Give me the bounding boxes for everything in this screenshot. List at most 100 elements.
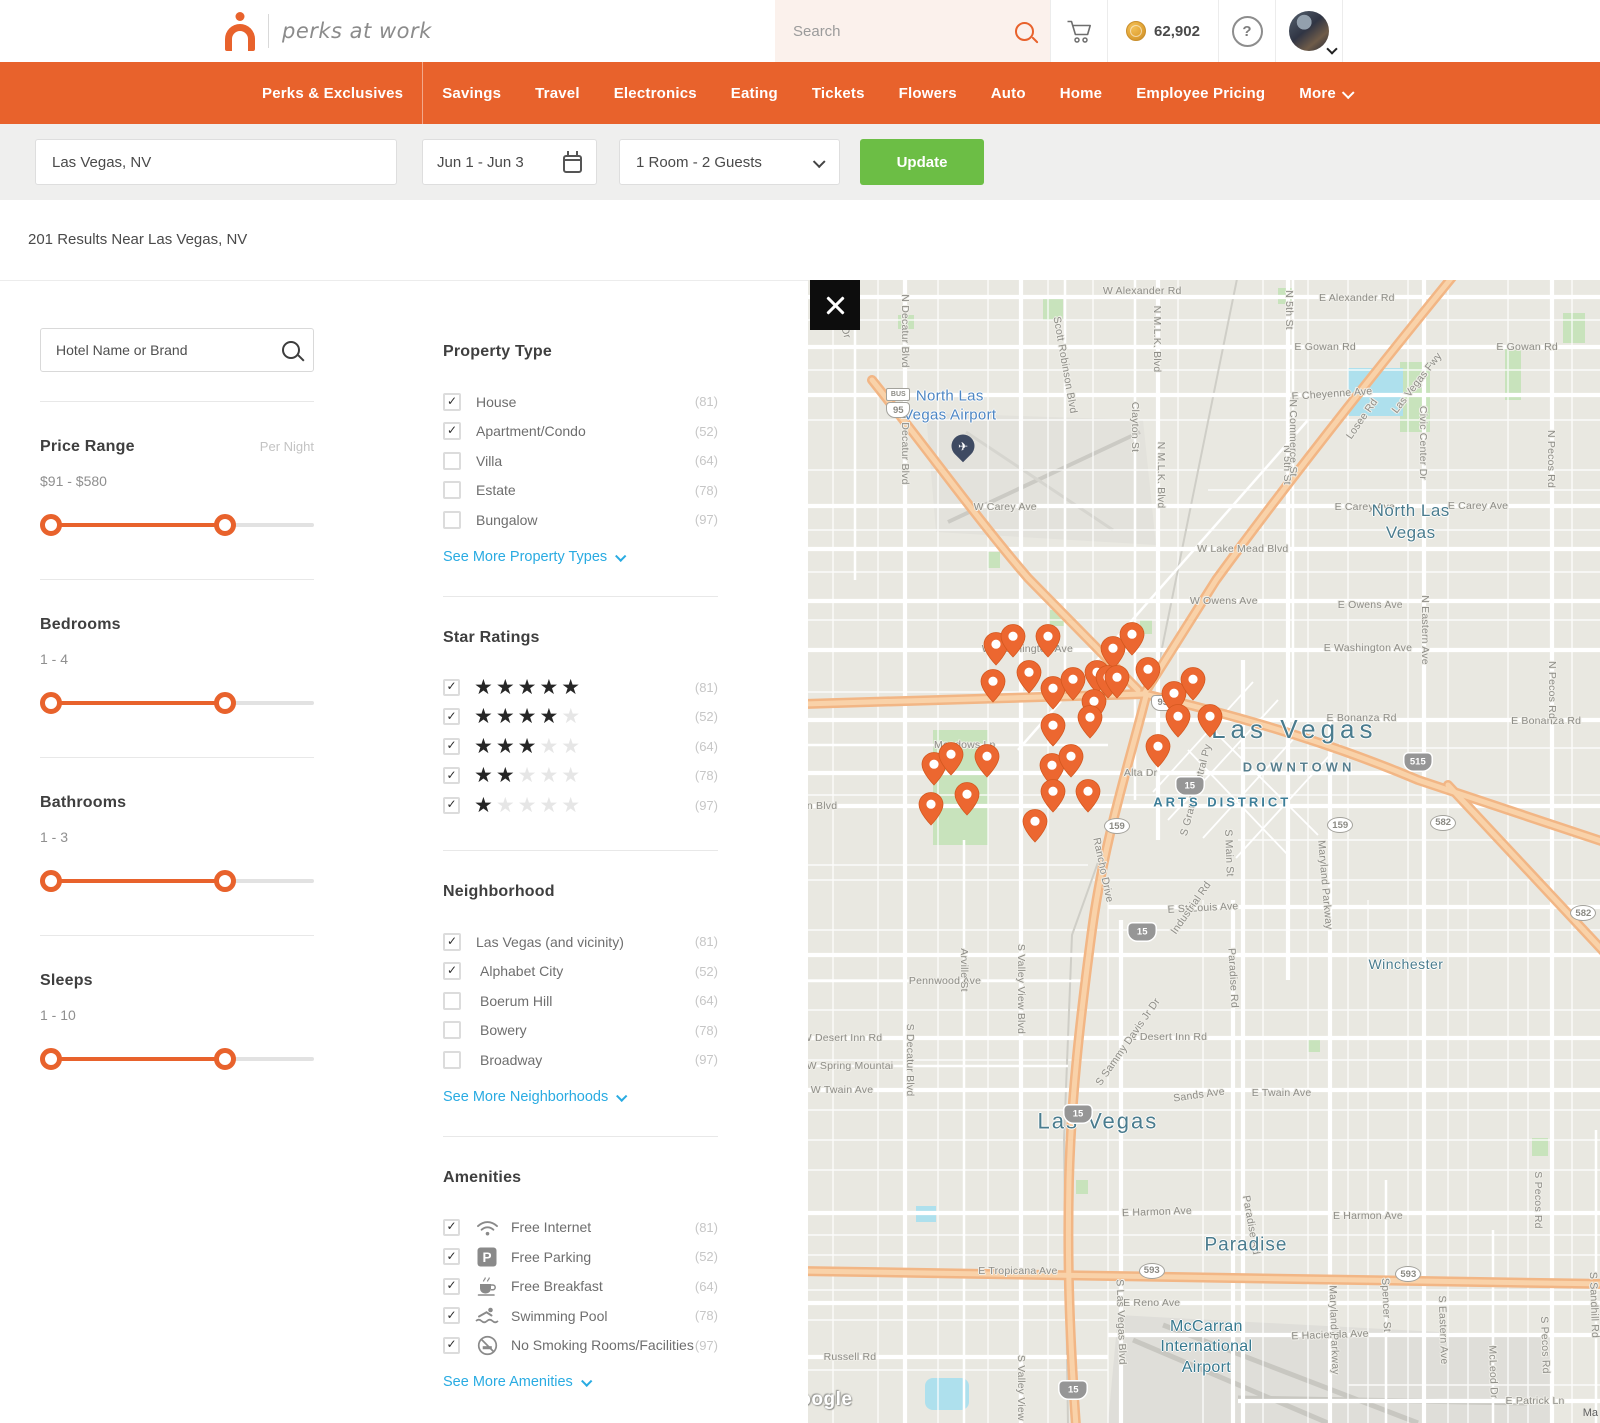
map-close-button[interactable] (810, 280, 860, 330)
property-type-option-house[interactable]: ✓House(81) (443, 387, 718, 417)
amenity-option-no-smoking-rooms-facilities[interactable]: ✓No Smoking Rooms/Facilities(97) (443, 1331, 718, 1361)
amenity-option-swimming-pool[interactable]: ✓Swimming Pool(78) (443, 1301, 718, 1331)
update-button[interactable]: Update (860, 139, 984, 185)
property-type-option-apartment-condo[interactable]: ✓Apartment/Condo(52) (443, 417, 718, 447)
price-range-slider[interactable] (40, 514, 314, 536)
checkbox[interactable] (443, 452, 461, 470)
hotel-pin-19[interactable] (1040, 713, 1066, 747)
checkbox[interactable]: ✓ (443, 422, 461, 440)
hotel-pin-6[interactable] (1016, 660, 1042, 694)
hotel-pin-17[interactable] (1197, 704, 1223, 738)
rooms-guests-select[interactable]: 1 Room - 2 Guests (619, 139, 840, 185)
hotel-pin-21[interactable] (1145, 734, 1171, 768)
neighborhood-option-alphabet-city[interactable]: ✓Alphabet City(52) (443, 957, 718, 987)
see-more-property-types[interactable]: See More Property Types (443, 549, 624, 565)
checkbox[interactable]: ✓ (443, 933, 461, 951)
hotel-pin-13[interactable] (1135, 657, 1161, 691)
neighborhood-option-broadway[interactable]: Broadway(97) (443, 1045, 718, 1075)
nav-item-savings[interactable]: Savings (425, 62, 518, 124)
slider-handle-min[interactable] (40, 1048, 62, 1070)
see-more-neighborhoods[interactable]: See More Neighborhoods (443, 1089, 625, 1105)
slider-handle-min[interactable] (40, 692, 62, 714)
destination-input[interactable] (36, 154, 396, 171)
hotel-pin-20[interactable] (1077, 705, 1103, 739)
slider-handle-max[interactable] (214, 870, 236, 892)
destination-field[interactable] (35, 139, 397, 185)
slider-handle-min[interactable] (40, 514, 62, 536)
search-icon[interactable] (282, 341, 300, 359)
checkbox[interactable] (443, 1051, 461, 1069)
header-search-input[interactable] (791, 22, 1015, 41)
hotel-pin-27[interactable] (918, 792, 944, 826)
hotel-pin-3[interactable] (1035, 624, 1061, 658)
nav-item-eating[interactable]: Eating (714, 62, 795, 124)
hotel-pin-2[interactable] (1000, 624, 1026, 658)
nav-item-home[interactable]: Home (1043, 62, 1119, 124)
nav-item-tickets[interactable]: Tickets (795, 62, 882, 124)
amenity-option-free-breakfast[interactable]: ✓Free Breakfast(64) (443, 1272, 718, 1302)
nav-item-more[interactable]: More (1282, 62, 1369, 124)
star-rating-option-3[interactable]: ✓★★★★★(64) (443, 732, 718, 762)
hotel-pin-29[interactable] (1040, 779, 1066, 813)
cart-button[interactable] (1050, 0, 1107, 62)
checkbox[interactable]: ✓ (443, 738, 460, 755)
hotel-pin-31[interactable] (1022, 809, 1048, 843)
bathrooms-slider[interactable] (40, 870, 314, 892)
checkbox[interactable] (443, 511, 461, 529)
help-button[interactable]: ? (1218, 0, 1275, 62)
star-rating-option-4[interactable]: ✓★★★★★(52) (443, 702, 718, 732)
sleeps-slider[interactable] (40, 1048, 314, 1070)
checkbox[interactable]: ✓ (443, 797, 460, 814)
slider-handle-max[interactable] (214, 514, 236, 536)
hotel-pin-7[interactable] (980, 669, 1006, 703)
search-icon[interactable] (1015, 22, 1034, 41)
account-menu[interactable] (1275, 0, 1343, 62)
checkbox[interactable]: ✓ (443, 1248, 460, 1265)
hotel-pin-15[interactable] (1180, 667, 1206, 701)
nav-item-perks-exclusives[interactable]: Perks & Exclusives (245, 62, 420, 124)
amenity-option-free-parking[interactable]: ✓PFree Parking(52) (443, 1242, 718, 1272)
logo[interactable]: perks at work (225, 0, 432, 62)
checkbox[interactable] (443, 992, 461, 1010)
neighborhood-option-boerum-hill[interactable]: Boerum Hill(64) (443, 986, 718, 1016)
checkbox[interactable]: ✓ (443, 679, 460, 696)
dates-field[interactable]: Jun 1 - Jun 3 (422, 139, 597, 185)
avatar[interactable] (1289, 11, 1329, 51)
hotel-pin-23[interactable] (938, 742, 964, 776)
neighborhood-option-bowery[interactable]: Bowery(78) (443, 1016, 718, 1046)
checkbox[interactable]: ✓ (443, 767, 460, 784)
checkbox[interactable]: ✓ (443, 708, 460, 725)
map[interactable]: W Alexander RdE Alexander RdE Gowan RdE … (808, 280, 1600, 1423)
star-rating-option-2[interactable]: ✓★★★★★(78) (443, 761, 718, 791)
hotel-pin-5[interactable] (1119, 622, 1145, 656)
property-type-option-villa[interactable]: Villa(64) (443, 446, 718, 476)
bedrooms-slider[interactable] (40, 692, 314, 714)
checkbox[interactable]: ✓ (443, 1278, 460, 1295)
hotel-pin-24[interactable] (974, 744, 1000, 778)
nav-item-auto[interactable]: Auto (974, 62, 1043, 124)
slider-handle-max[interactable] (214, 692, 236, 714)
hotel-name-input[interactable] (54, 341, 282, 359)
hotel-name-search[interactable] (40, 328, 314, 372)
star-rating-option-5[interactable]: ✓★★★★★(81) (443, 673, 718, 703)
checkbox[interactable]: ✓ (443, 393, 461, 411)
property-type-option-estate[interactable]: Estate(78) (443, 476, 718, 506)
property-type-option-bungalow[interactable]: Bungalow(97) (443, 505, 718, 535)
nav-item-travel[interactable]: Travel (518, 62, 597, 124)
checkbox[interactable]: ✓ (443, 1219, 460, 1236)
checkbox[interactable]: ✓ (443, 1307, 460, 1324)
points-balance[interactable]: 62,902 (1107, 0, 1218, 62)
hotel-pin-12[interactable] (1104, 665, 1130, 699)
amenity-option-free-internet[interactable]: ✓Free Internet(81) (443, 1213, 718, 1243)
slider-handle-max[interactable] (214, 1048, 236, 1070)
hotel-pin-26[interactable] (1058, 744, 1084, 778)
checkbox[interactable] (443, 1021, 461, 1039)
star-rating-option-1[interactable]: ✓★★★★★(97) (443, 791, 718, 821)
nav-item-flowers[interactable]: Flowers (882, 62, 974, 124)
neighborhood-option-las-vegas-and-vicinity[interactable]: ✓Las Vegas (and vicinity)(81) (443, 927, 718, 957)
hotel-pin-28[interactable] (954, 782, 980, 816)
checkbox[interactable]: ✓ (443, 1337, 460, 1354)
checkbox[interactable]: ✓ (443, 962, 461, 980)
checkbox[interactable] (443, 481, 461, 499)
slider-handle-min[interactable] (40, 870, 62, 892)
